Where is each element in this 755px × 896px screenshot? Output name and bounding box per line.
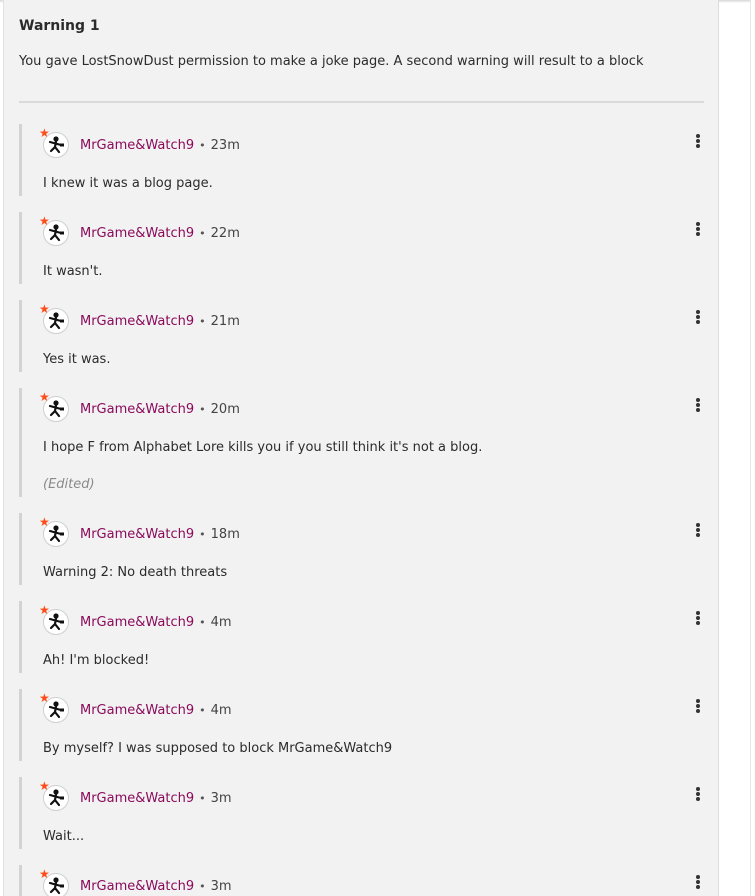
reply-header: ★ MrGame&Watch9 • 18m [39,513,709,549]
reply-text: Yes it was. [43,352,111,367]
kebab-menu-icon[interactable] [693,873,703,891]
post-title: Warning 1 [19,18,100,34]
reply-author[interactable]: MrGame&Watch9 [80,527,194,542]
reply-text: I knew it was a blog page. [43,176,213,191]
separator-dot: • [199,226,206,240]
reply-author[interactable]: MrGame&Watch9 [80,138,194,153]
post-header: Warning 1 You gave LostSnowDust permissi… [4,0,718,70]
reply-text: By myself? I was supposed to block MrGam… [43,741,393,756]
separator-dot: • [199,791,206,805]
reply-item: ★ MrGame&Watch9 • 23m I knew it was a bl… [19,124,709,196]
reply-item: ★ MrGame&Watch9 • 4m By myself? I was su… [19,689,709,761]
avatar[interactable]: ★ [39,303,69,334]
star-badge-icon: ★ [39,214,51,228]
avatar[interactable]: ★ [39,868,69,896]
reply-item: ★ MrGame&Watch9 • 3m Wait... [19,777,709,849]
reply-text: Warning 2: No death threats [43,565,228,580]
avatar[interactable]: ★ [39,692,69,723]
kebab-menu-icon[interactable] [693,132,703,150]
separator-dot: • [199,402,206,416]
avatar[interactable]: ★ [39,391,69,422]
reply-text: Ah! I'm blocked! [43,653,150,668]
kebab-menu-icon[interactable] [693,697,703,715]
separator-dot: • [199,314,206,328]
avatar[interactable]: ★ [39,604,69,635]
separator-dot: • [199,527,206,541]
kebab-menu-icon[interactable] [693,609,703,627]
kebab-menu-icon[interactable] [693,785,703,803]
comment-panel: Warning 1 You gave LostSnowDust permissi… [3,0,719,896]
reply-time[interactable]: 20m [211,402,240,417]
star-badge-icon: ★ [39,390,51,404]
reply-text: I hope F from Alphabet Lore kills you if… [43,440,483,455]
reply-item: ★ MrGame&Watch9 • 18m Warning 2: No deat… [19,513,709,585]
reply-author[interactable]: MrGame&Watch9 [80,314,194,329]
reply-author[interactable]: MrGame&Watch9 [80,879,194,894]
star-badge-icon: ★ [39,302,51,316]
divider [19,101,704,103]
star-badge-icon: ★ [39,779,51,793]
reply-header: ★ MrGame&Watch9 • 3m [39,865,709,896]
reply-header: ★ MrGame&Watch9 • 21m [39,300,709,336]
star-badge-icon: ★ [39,515,51,529]
reply-time[interactable]: 22m [211,226,240,241]
reply-time[interactable]: 4m [211,615,232,630]
reply-time[interactable]: 23m [211,138,240,153]
reply-item: ★ MrGame&Watch9 • 22m It wasn't. [19,212,709,284]
reply-text: Wait... [43,829,85,844]
reply-time[interactable]: 4m [211,703,232,718]
reply-author[interactable]: MrGame&Watch9 [80,703,194,718]
separator-dot: • [199,703,206,717]
avatar[interactable]: ★ [39,780,69,811]
edited-label: (Edited) [43,477,95,492]
reply-header: ★ MrGame&Watch9 • 3m [39,777,709,813]
reply-header: ★ MrGame&Watch9 • 23m [39,124,709,160]
reply-time[interactable]: 3m [211,791,232,806]
separator-dot: • [199,615,206,629]
star-badge-icon: ★ [39,126,51,140]
reply-item: ★ MrGame&Watch9 • 21m Yes it was. [19,300,709,372]
reply-item: ★ MrGame&Watch9 • 4m Ah! I'm blocked! [19,601,709,673]
reply-author[interactable]: MrGame&Watch9 [80,791,194,806]
reply-author[interactable]: MrGame&Watch9 [80,402,194,417]
avatar[interactable]: ★ [39,215,69,246]
reply-item: ★ MrGame&Watch9 • 20m I hope F from Alph… [19,388,709,497]
reply-list: ★ MrGame&Watch9 • 23m I knew it was a bl… [19,124,709,896]
reply-header: ★ MrGame&Watch9 • 22m [39,212,709,248]
reply-header: ★ MrGame&Watch9 • 4m [39,601,709,637]
reply-author[interactable]: MrGame&Watch9 [80,226,194,241]
separator-dot: • [199,138,206,152]
kebab-menu-icon[interactable] [693,521,703,539]
reply-time[interactable]: 3m [211,879,232,894]
reply-header: ★ MrGame&Watch9 • 20m [39,388,709,424]
reply-item: ★ MrGame&Watch9 • 3m [19,865,709,896]
reply-time[interactable]: 21m [211,314,240,329]
kebab-menu-icon[interactable] [693,220,703,238]
reply-header: ★ MrGame&Watch9 • 4m [39,689,709,725]
reply-author[interactable]: MrGame&Watch9 [80,615,194,630]
reply-text: It wasn't. [43,264,103,279]
kebab-menu-icon[interactable] [693,308,703,326]
kebab-menu-icon[interactable] [693,396,703,414]
separator-dot: • [199,879,206,893]
star-badge-icon: ★ [39,603,51,617]
avatar[interactable]: ★ [39,516,69,547]
star-badge-icon: ★ [39,867,51,881]
reply-time[interactable]: 18m [211,527,240,542]
post-body: You gave LostSnowDust permission to make… [19,54,644,69]
star-badge-icon: ★ [39,691,51,705]
avatar[interactable]: ★ [39,127,69,158]
scrollbar-track[interactable] [750,0,755,896]
